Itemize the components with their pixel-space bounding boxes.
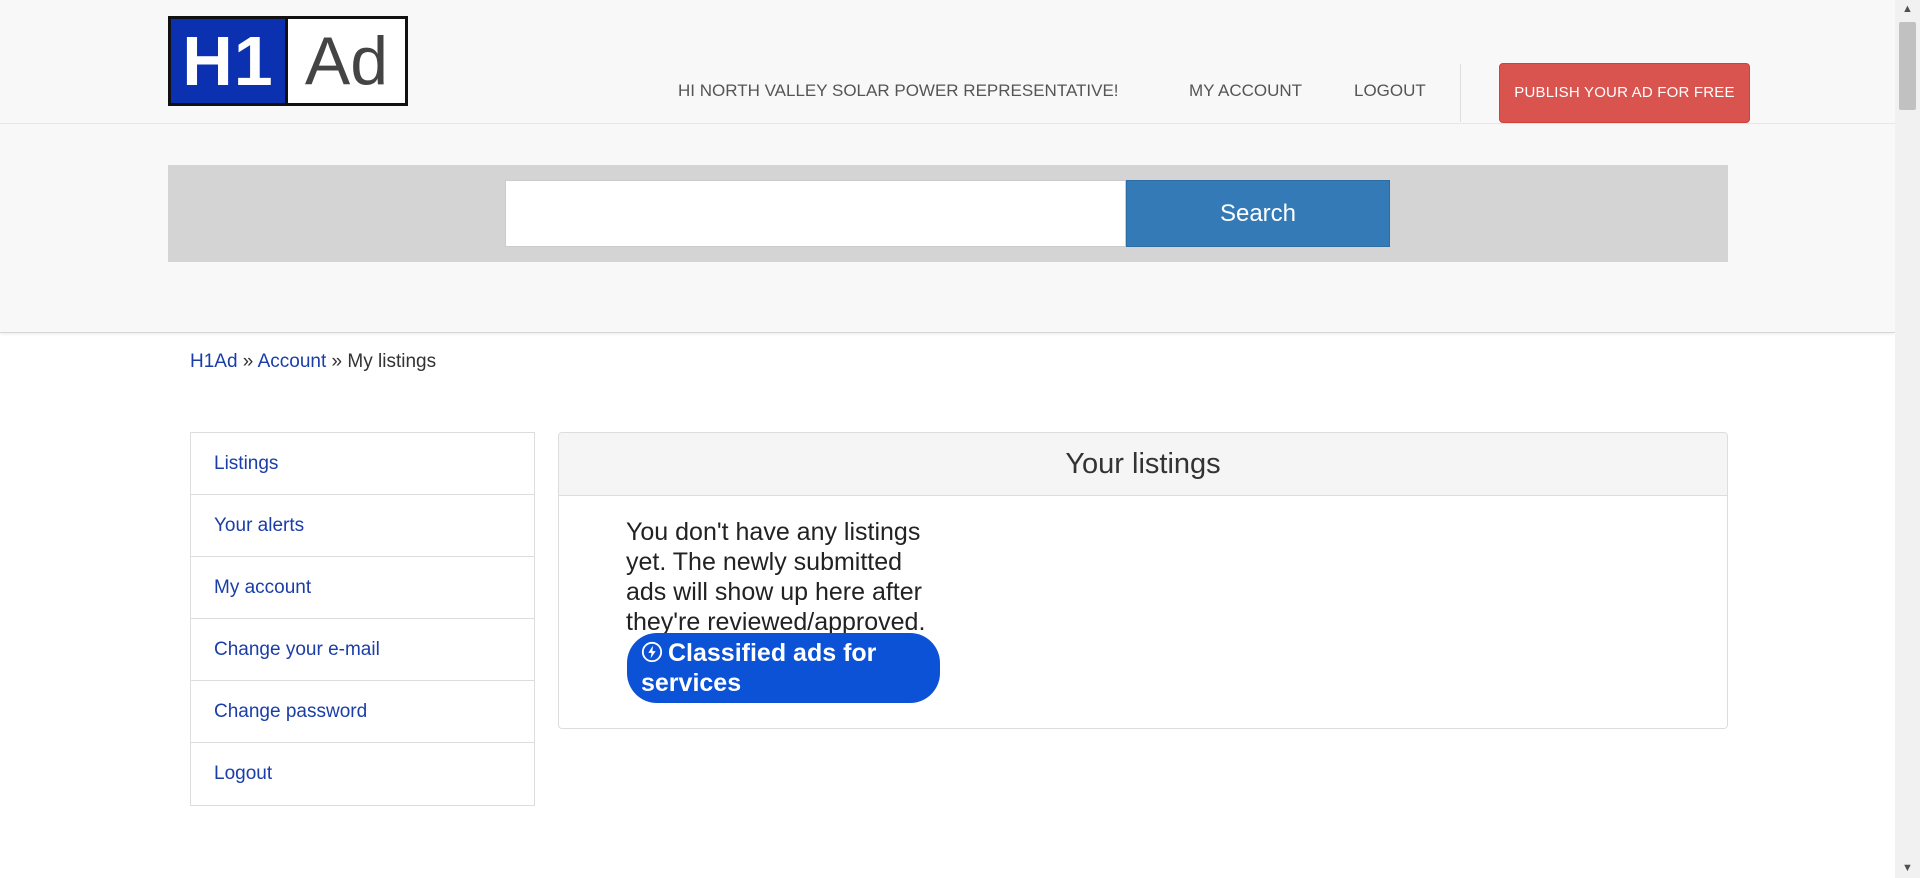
site-logo[interactable]: H1 Ad — [168, 16, 408, 106]
header-divider — [0, 123, 1895, 124]
scrollbar-thumb[interactable] — [1899, 22, 1916, 110]
breadcrumb-account[interactable]: Account — [258, 351, 327, 372]
scroll-down-icon[interactable]: ▼ — [1901, 862, 1914, 874]
nav-my-account[interactable]: MY ACCOUNT — [1189, 80, 1302, 102]
nav-logout[interactable]: LOGOUT — [1354, 80, 1426, 102]
breadcrumb-current: My listings — [347, 351, 437, 372]
breadcrumb: H1Ad » Account » My listings — [190, 350, 436, 374]
sidebar-item-logout[interactable]: Logout — [191, 743, 534, 805]
sidebar-item-change-password[interactable]: Change password — [191, 681, 534, 743]
bolt-circle-icon — [641, 641, 663, 663]
sidebar-item-change-email[interactable]: Change your e-mail — [191, 619, 534, 681]
listings-panel: Your listings You don't have any listing… — [558, 432, 1728, 729]
breadcrumb-separator: » — [237, 351, 258, 372]
sidebar-item-alerts[interactable]: Your alerts — [191, 495, 534, 557]
breadcrumb-home[interactable]: H1Ad — [190, 351, 238, 372]
breadcrumb-separator: » — [326, 351, 348, 372]
empty-listings-message: You don't have any listings yet. The new… — [626, 518, 926, 636]
panel-title: Your listings — [559, 433, 1727, 496]
sidebar-item-listings[interactable]: Listings — [191, 433, 534, 495]
page-scrollbar[interactable]: ▲ ▼ — [1895, 0, 1920, 878]
nav-separator — [1460, 64, 1461, 122]
category-badge-label: Classified ads for services — [641, 639, 877, 697]
scroll-up-icon[interactable]: ▲ — [1901, 3, 1914, 15]
nav-greeting[interactable]: HI NORTH VALLEY SOLAR POWER REPRESENTATI… — [678, 80, 1119, 102]
logo-text-ad: Ad — [285, 19, 405, 103]
sidebar-item-my-account[interactable]: My account — [191, 557, 534, 619]
search-button[interactable]: Search — [1126, 180, 1390, 247]
logo-text-h1: H1 — [171, 19, 285, 103]
category-badge-services[interactable]: Classified ads for services — [627, 633, 940, 703]
account-sidebar: Listings Your alerts My account Change y… — [190, 432, 535, 806]
publish-ad-button[interactable]: PUBLISH YOUR AD FOR FREE — [1499, 63, 1750, 123]
search-input[interactable] — [505, 180, 1126, 247]
